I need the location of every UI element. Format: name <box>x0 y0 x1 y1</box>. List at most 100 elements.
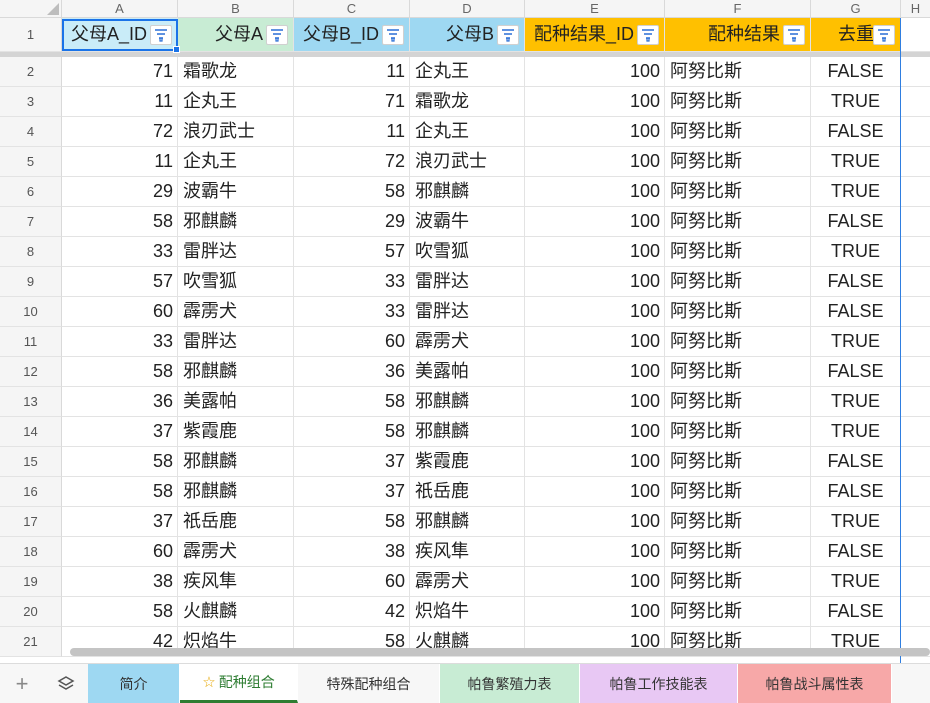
cell-parent-a[interactable]: 波霸牛 <box>178 177 294 207</box>
column-header-g[interactable]: G <box>811 0 901 18</box>
cell-result-id[interactable]: 100 <box>525 507 665 537</box>
cell-dedup[interactable]: FALSE <box>811 477 901 507</box>
layers-icon[interactable] <box>44 664 88 703</box>
row-number[interactable]: 5 <box>0 147 62 177</box>
cell-dedup[interactable]: FALSE <box>811 297 901 327</box>
cell-dedup[interactable]: FALSE <box>811 57 901 87</box>
column-header-e[interactable]: E <box>525 0 665 18</box>
cell-h[interactable] <box>901 327 930 357</box>
cell-parent-b-id[interactable]: 29 <box>294 207 410 237</box>
column-header-b[interactable]: B <box>178 0 294 18</box>
cell-parent-a[interactable]: 霜歌龙 <box>178 57 294 87</box>
cell-result[interactable]: 阿努比斯 <box>665 357 811 387</box>
tab-intro[interactable]: 简介 <box>88 664 180 703</box>
cell-result[interactable]: 阿努比斯 <box>665 297 811 327</box>
cell-result-id[interactable]: 100 <box>525 207 665 237</box>
row-number[interactable]: 21 <box>0 627 62 657</box>
cell-h[interactable] <box>901 57 930 87</box>
cell-dedup[interactable]: TRUE <box>811 507 901 537</box>
cell-parent-b[interactable]: 疾风隼 <box>410 537 525 567</box>
cell-parent-a[interactable]: 企丸王 <box>178 87 294 117</box>
row-number[interactable]: 6 <box>0 177 62 207</box>
row-number[interactable]: 17 <box>0 507 62 537</box>
tab-pal-work-skills[interactable]: 帕鲁工作技能表 <box>580 664 738 703</box>
plus-icon[interactable]: + <box>0 664 44 703</box>
cell-result[interactable]: 阿努比斯 <box>665 567 811 597</box>
cell-result[interactable]: 阿努比斯 <box>665 147 811 177</box>
cell-parent-a[interactable]: 祇岳鹿 <box>178 507 294 537</box>
cell-result[interactable]: 阿努比斯 <box>665 57 811 87</box>
row-number[interactable]: 7 <box>0 207 62 237</box>
cell-parent-b-id[interactable]: 58 <box>294 507 410 537</box>
cell-parent-b[interactable]: 邪麒麟 <box>410 417 525 447</box>
cell-result[interactable]: 阿努比斯 <box>665 327 811 357</box>
cell-result[interactable]: 阿努比斯 <box>665 177 811 207</box>
cell-parent-a[interactable]: 霹雳犬 <box>178 297 294 327</box>
cell-parent-a-id[interactable]: 58 <box>62 207 178 237</box>
cell-parent-a[interactable]: 企丸王 <box>178 147 294 177</box>
row-number[interactable]: 20 <box>0 597 62 627</box>
filter-icon[interactable] <box>873 25 895 45</box>
cell-parent-b[interactable]: 企丸王 <box>410 57 525 87</box>
header-cell-dedup[interactable]: 去重 <box>811 18 901 52</box>
cell-parent-b-id[interactable]: 60 <box>294 327 410 357</box>
cell-parent-b-id[interactable]: 72 <box>294 147 410 177</box>
cell-h[interactable] <box>901 267 930 297</box>
cell-result[interactable]: 阿努比斯 <box>665 417 811 447</box>
cell-parent-b-id[interactable]: 38 <box>294 537 410 567</box>
cell-h[interactable] <box>901 387 930 417</box>
header-cell-parent-b-id[interactable]: 父母B_ID <box>294 18 410 52</box>
row-number[interactable]: 9 <box>0 267 62 297</box>
cell-dedup[interactable]: TRUE <box>811 147 901 177</box>
cell-parent-a-id[interactable]: 60 <box>62 297 178 327</box>
row-number[interactable]: 11 <box>0 327 62 357</box>
cell-parent-b-id[interactable]: 11 <box>294 57 410 87</box>
header-cell-h[interactable] <box>901 18 930 52</box>
cell-result-id[interactable]: 100 <box>525 597 665 627</box>
filter-icon[interactable] <box>266 25 288 45</box>
cell-parent-a-id[interactable]: 38 <box>62 567 178 597</box>
cell-parent-b[interactable]: 邪麒麟 <box>410 387 525 417</box>
cell-parent-b-id[interactable]: 58 <box>294 177 410 207</box>
cell-parent-a-id[interactable]: 57 <box>62 267 178 297</box>
header-cell-result-id[interactable]: 配种结果_ID <box>525 18 665 52</box>
cell-h[interactable] <box>901 87 930 117</box>
cell-parent-b[interactable]: 吹雪狐 <box>410 237 525 267</box>
cell-parent-a-id[interactable]: 11 <box>62 87 178 117</box>
cell-h[interactable] <box>901 207 930 237</box>
row-number[interactable]: 2 <box>0 57 62 87</box>
cell-parent-a-id[interactable]: 58 <box>62 447 178 477</box>
cell-parent-b[interactable]: 雷胖达 <box>410 297 525 327</box>
cell-result[interactable]: 阿努比斯 <box>665 507 811 537</box>
cell-parent-b[interactable]: 炽焰牛 <box>410 597 525 627</box>
column-header-c[interactable]: C <box>294 0 410 18</box>
cell-result-id[interactable]: 100 <box>525 177 665 207</box>
cell-parent-b-id[interactable]: 71 <box>294 87 410 117</box>
cell-parent-a[interactable]: 霹雳犬 <box>178 537 294 567</box>
row-number[interactable]: 15 <box>0 447 62 477</box>
cell-parent-a-id[interactable]: 60 <box>62 537 178 567</box>
cell-h[interactable] <box>901 357 930 387</box>
cell-h[interactable] <box>901 117 930 147</box>
cell-result-id[interactable]: 100 <box>525 297 665 327</box>
cell-result-id[interactable]: 100 <box>525 417 665 447</box>
horizontal-scrollbar[interactable] <box>70 648 930 656</box>
cell-h[interactable] <box>901 567 930 597</box>
cell-parent-b[interactable]: 紫霞鹿 <box>410 447 525 477</box>
cell-parent-b-id[interactable]: 58 <box>294 387 410 417</box>
row-number[interactable]: 13 <box>0 387 62 417</box>
cell-parent-b-id[interactable]: 33 <box>294 297 410 327</box>
cell-parent-a[interactable]: 火麒麟 <box>178 597 294 627</box>
cell-dedup[interactable]: FALSE <box>811 597 901 627</box>
cell-result-id[interactable]: 100 <box>525 447 665 477</box>
cell-parent-b-id[interactable]: 58 <box>294 417 410 447</box>
cell-parent-b[interactable]: 霹雳犬 <box>410 567 525 597</box>
cell-dedup[interactable]: TRUE <box>811 237 901 267</box>
row-number[interactable]: 19 <box>0 567 62 597</box>
cell-dedup[interactable]: TRUE <box>811 177 901 207</box>
cell-parent-b[interactable]: 企丸王 <box>410 117 525 147</box>
cell-parent-a[interactable]: 邪麒麟 <box>178 357 294 387</box>
cell-parent-a[interactable]: 雷胖达 <box>178 237 294 267</box>
cell-result-id[interactable]: 100 <box>525 237 665 267</box>
cell-parent-b-id[interactable]: 37 <box>294 447 410 477</box>
